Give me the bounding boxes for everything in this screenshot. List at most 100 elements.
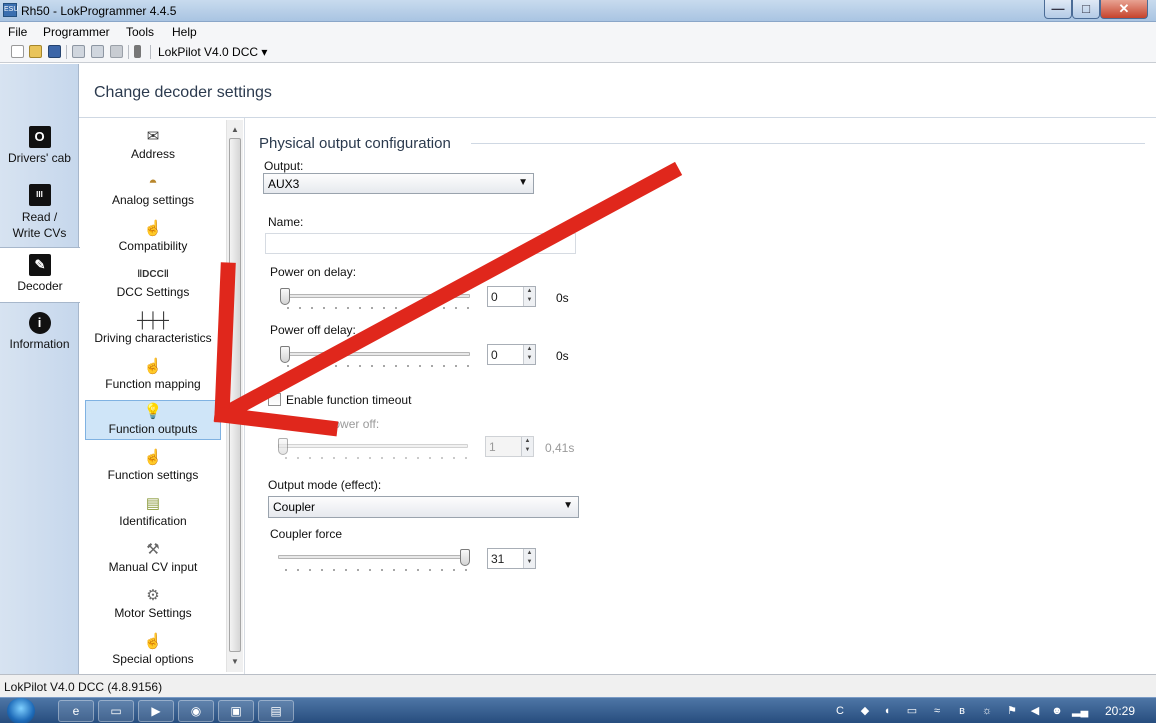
spin-arrows-icon[interactable]: ▲ ▼ [523, 287, 535, 306]
scroll-down-icon[interactable]: ▼ [227, 654, 243, 670]
power-on-delay-unit: 0s [556, 291, 569, 305]
enable-timeout-checkbox[interactable] [268, 393, 281, 406]
volume-icon[interactable]: ◖ [880, 704, 894, 718]
coupler-force-input[interactable]: 31 ▲ ▼ [487, 548, 536, 569]
media-player-icon[interactable]: ▶ [138, 700, 174, 722]
scroll-thumb[interactable] [229, 138, 241, 652]
tray-display-icon[interactable]: ▭ [905, 704, 919, 718]
category-scrollbar[interactable]: ▲ ▼ [226, 120, 243, 672]
category-identification[interactable]: ▤ Identification [85, 495, 221, 528]
window-title: Rh50 - LokProgrammer 4.4.5 [21, 4, 177, 18]
power-off-delay-input[interactable]: 0 ▲ ▼ [487, 344, 536, 365]
taskbar-clock[interactable]: 20:29 [1105, 704, 1135, 718]
toolbar: LokPilot V4.0 DCC ▾ [0, 41, 1156, 63]
status-bar: LokPilot V4.0 DCC (4.8.9156) [0, 674, 1156, 697]
category-analog-settings[interactable]: ◓ Analog settings [85, 174, 221, 207]
power-off-delay-slider[interactable] [280, 346, 290, 363]
power-on-delay-slider[interactable] [280, 288, 290, 305]
category-motor-settings[interactable]: ⚙ Motor Settings [85, 587, 221, 620]
category-label: Manual CV input [108, 560, 198, 574]
tray-user-icon[interactable]: ☻ [1050, 704, 1064, 718]
output-select-value: AUX3 [268, 177, 300, 191]
menu-tools[interactable]: Tools [126, 25, 154, 39]
enable-timeout-label: Enable function timeout [286, 393, 412, 407]
maximize-button[interactable]: □ [1072, 0, 1100, 19]
window-icon[interactable]: ▣ [218, 700, 254, 722]
firefox-icon[interactable]: ◉ [178, 700, 214, 722]
output-mode-select[interactable]: Coupler ▼ [268, 496, 579, 518]
category-function-mapping[interactable]: ☝ Function mapping [85, 358, 221, 391]
coupler-force-value: 31 [491, 552, 505, 566]
chevron-down-icon: ▼ [518, 177, 528, 188]
name-field[interactable] [265, 233, 576, 254]
explorer-icon[interactable]: ▭ [98, 700, 134, 722]
power-off-delay-value: 0 [491, 348, 498, 362]
coupler-force-slider[interactable] [460, 549, 470, 566]
category-label: Function mapping [105, 377, 201, 391]
open-icon[interactable] [29, 45, 42, 58]
nav-information[interactable]: i Information [0, 312, 79, 351]
slider-ticks [280, 568, 468, 572]
menu-help[interactable]: Help [172, 25, 197, 39]
category-compatibility[interactable]: ☝ Compatibility [85, 220, 221, 253]
menu-file[interactable]: File [8, 25, 27, 39]
nav-drivers-cab[interactable]: O Drivers' cab [0, 126, 79, 165]
menu-bar: File Programmer Tools Help [0, 22, 1156, 41]
auto-power-off-track [278, 444, 468, 448]
toolbar-separator [128, 45, 129, 59]
tray-sync-icon[interactable]: ☼ [980, 704, 994, 718]
coupler-force-label: Coupler force [270, 527, 343, 541]
new-icon[interactable] [11, 45, 24, 58]
import-icon[interactable] [91, 45, 104, 58]
nav-label: Read / Write CVs [12, 210, 67, 240]
export-icon[interactable] [72, 45, 85, 58]
close-button[interactable]: ✕ [1100, 0, 1148, 19]
hand-pointer-icon: ☝ [143, 358, 163, 375]
power-on-delay-input[interactable]: 0 ▲ ▼ [487, 286, 536, 307]
menu-programmer[interactable]: Programmer [43, 25, 110, 39]
tray-app-icon[interactable]: ◆ [858, 704, 872, 718]
category-driving-characteristics[interactable]: ┼┼┼ Driving characteristics [85, 312, 221, 345]
ie-icon[interactable]: e [58, 700, 94, 722]
toolbar-separator [66, 45, 67, 59]
panel-divider [244, 118, 245, 674]
header-divider [79, 117, 1156, 118]
category-label: Identification [119, 514, 187, 528]
tray-bluetooth-icon[interactable]: ʙ [955, 704, 969, 718]
start-button[interactable] [7, 698, 35, 723]
power-off-delay-track[interactable] [280, 352, 470, 356]
category-dcc-settings[interactable]: ‖DCC‖ DCC Settings [85, 266, 221, 299]
speaker-icon[interactable]: ◀ [1028, 704, 1042, 718]
slider-ticks [280, 456, 468, 460]
power-on-delay-track[interactable] [280, 294, 470, 298]
category-manual-cv-input[interactable]: ⚒ Manual CV input [85, 541, 221, 574]
esu-icon[interactable]: ▤ [258, 700, 294, 722]
scroll-up-icon[interactable]: ▲ [227, 122, 243, 138]
output-select[interactable]: AUX3 ▼ [263, 173, 534, 194]
nav-decoder[interactable]: ✎ Decoder [0, 247, 80, 303]
device-dropdown[interactable]: LokPilot V4.0 DCC ▾ [158, 45, 267, 59]
play-icon[interactable] [110, 45, 123, 58]
info-icon: i [28, 312, 51, 334]
info-icon[interactable] [134, 45, 141, 58]
auto-power-off-input: 1 ▲ ▼ [485, 436, 534, 457]
spin-arrows-icon[interactable]: ▲ ▼ [523, 345, 535, 364]
tray-network-icon[interactable]: ≈ [930, 704, 944, 718]
save-icon[interactable] [48, 45, 61, 58]
spin-arrows-icon[interactable]: ▲ ▼ [523, 549, 535, 568]
category-label: Compatibility [118, 239, 188, 253]
category-special-options[interactable]: ☝ Special options [85, 633, 221, 666]
output-mode-label: Output mode (effect): [268, 478, 382, 492]
minimize-button[interactable]: — [1044, 0, 1072, 19]
coupler-force-track[interactable] [278, 555, 470, 559]
category-address[interactable]: ✉ Address [85, 128, 221, 161]
auto-power-off-value: 1 [489, 440, 496, 454]
page-title: Change decoder settings [94, 84, 272, 101]
read-write-icon: III [28, 184, 51, 206]
signal-icon[interactable]: ▂▄ [1072, 704, 1088, 718]
category-function-settings[interactable]: ☝ Function settings [85, 449, 221, 482]
tray-c-icon[interactable]: C [833, 704, 847, 718]
nav-read-write-cvs[interactable]: III Read / Write CVs [0, 184, 79, 241]
flag-icon[interactable]: ⚑ [1005, 704, 1019, 718]
category-function-outputs[interactable]: 💡 Function outputs [85, 400, 221, 440]
